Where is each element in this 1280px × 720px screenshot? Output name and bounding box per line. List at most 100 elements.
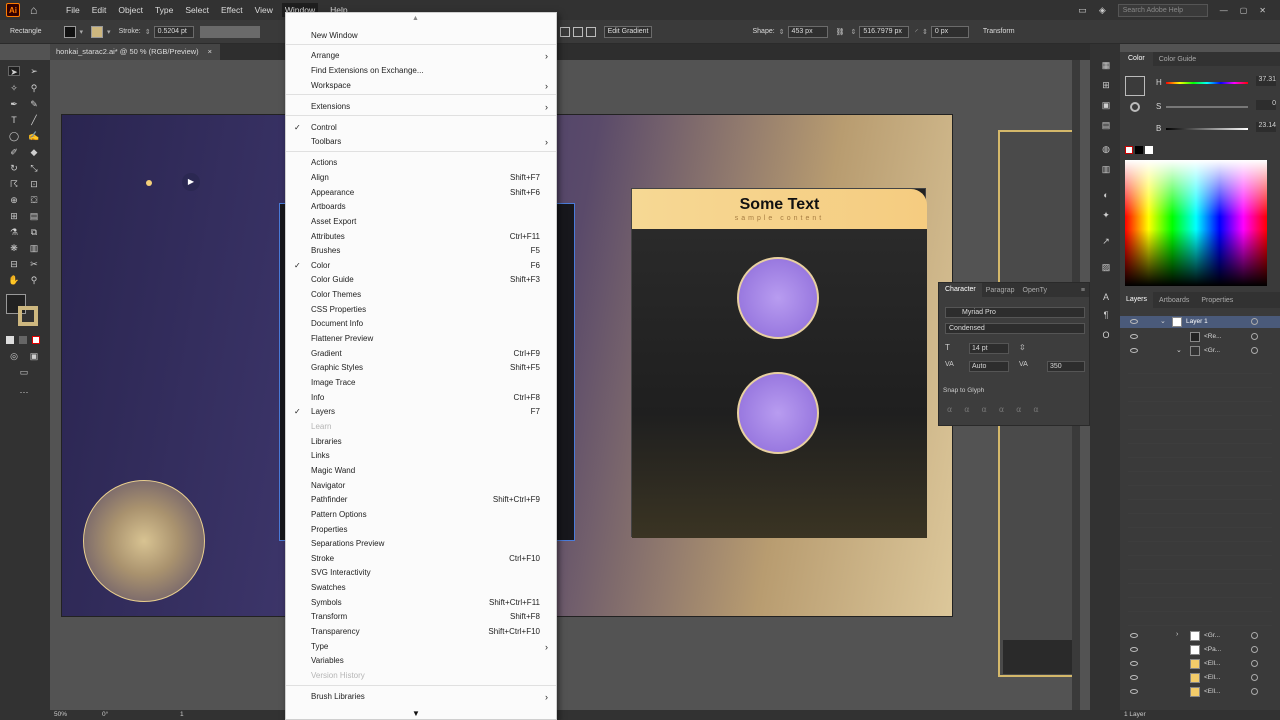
layer-row[interactable]: <Ell...: [1120, 658, 1280, 670]
artboard-number[interactable]: 1: [180, 711, 184, 718]
none-mode-icon[interactable]: [32, 336, 40, 344]
rotation-value[interactable]: 0°: [102, 711, 108, 718]
menu-item-toolbars[interactable]: Toolbars ›: [286, 135, 556, 149]
play-icon[interactable]: ▶: [182, 173, 200, 191]
stepper-icon[interactable]: ⇕: [779, 28, 785, 36]
menu-item-color-themes[interactable]: Color Themes: [286, 288, 556, 302]
rotate-icon[interactable]: ↻: [8, 163, 20, 173]
stroke-color-preview[interactable]: [1130, 102, 1140, 112]
paragraph-icon[interactable]: ¶: [1100, 310, 1112, 320]
color-icon[interactable]: ◍: [1100, 144, 1112, 154]
eye-icon[interactable]: [1130, 675, 1138, 680]
color-spectrum[interactable]: [1125, 160, 1267, 286]
direct-selection-icon[interactable]: ➢: [28, 66, 40, 76]
magic-wand-icon[interactable]: ✧: [8, 83, 20, 93]
eye-icon[interactable]: [1130, 661, 1138, 666]
menu-file[interactable]: File: [66, 5, 80, 15]
align-icon[interactable]: ▤: [1100, 120, 1112, 130]
live-paint-icon[interactable]: ⛋: [28, 195, 40, 205]
swatches-icon[interactable]: ◐: [1100, 190, 1112, 200]
edit-gradient-button[interactable]: Edit Gradient: [603, 25, 653, 38]
target-icon[interactable]: [1251, 646, 1258, 653]
fill-swatch[interactable]: [63, 25, 76, 38]
layer-name[interactable]: <Ell...: [1204, 674, 1220, 681]
stepper-icon[interactable]: ⇕: [850, 28, 856, 36]
chevron-down-icon[interactable]: ⌄: [1176, 346, 1182, 354]
blend-icon[interactable]: ⧉: [28, 227, 40, 237]
layer-name[interactable]: <Gr...: [1204, 632, 1220, 639]
eye-icon[interactable]: [1130, 319, 1138, 324]
scroll-up-icon[interactable]: ▲: [412, 15, 419, 22]
menu-select[interactable]: Select: [185, 5, 209, 15]
menu-item-links[interactable]: Links: [286, 449, 556, 463]
eye-icon[interactable]: [1130, 633, 1138, 638]
eye-icon[interactable]: [1130, 334, 1138, 339]
panel-menu-icon[interactable]: ≡: [1081, 287, 1089, 294]
snap-options-icons[interactable]: ⍺⍺⍺⍺⍺⍺: [947, 405, 1051, 414]
menu-item-layers[interactable]: ✓ Layers F7: [286, 405, 556, 419]
arrange-icon[interactable]: ▭: [1078, 5, 1087, 16]
layer-row[interactable]: ⌄ <Gr...: [1120, 345, 1280, 357]
s-slider[interactable]: [1166, 106, 1248, 108]
menu-item-transparency[interactable]: Transparency Shift+Ctrl+F10: [286, 625, 556, 639]
mesh-icon[interactable]: ⊞: [8, 211, 20, 221]
menu-item-type[interactable]: Type ›: [286, 640, 556, 654]
gradient-tool-icon[interactable]: ▤: [28, 211, 40, 221]
zoom-tool-icon[interactable]: ⚲: [28, 275, 40, 285]
layer-row[interactable]: <Re...: [1120, 331, 1280, 343]
menu-edit[interactable]: Edit: [92, 5, 107, 15]
font-style-select[interactable]: Condensed: [945, 323, 1085, 334]
font-size-input[interactable]: 14 pt: [969, 343, 1009, 354]
black-color-icon[interactable]: [1135, 146, 1143, 154]
scale-icon[interactable]: ⤡: [28, 163, 40, 173]
layer-row[interactable]: <Ell...: [1120, 672, 1280, 684]
ellipse-tool-icon[interactable]: ◯: [8, 131, 20, 141]
chevron-right-icon[interactable]: ›: [1176, 631, 1178, 638]
menu-item-graphic-styles[interactable]: Graphic Styles Shift+F5: [286, 361, 556, 375]
menu-item-pathfinder[interactable]: Pathfinder Shift+Ctrl+F9: [286, 493, 556, 507]
gradient-radial-icon[interactable]: [572, 26, 583, 37]
more-tools-icon[interactable]: ⋯: [18, 387, 30, 397]
layer-name[interactable]: <Pa...: [1204, 646, 1221, 653]
menu-effect[interactable]: Effect: [221, 5, 243, 15]
menu-item-variables[interactable]: Variables: [286, 654, 556, 668]
graph-tool-icon[interactable]: ▥: [28, 243, 40, 253]
gradient-mode-icon[interactable]: [19, 336, 27, 344]
pen-tool-icon[interactable]: ✒: [8, 99, 20, 109]
menu-item-extensions[interactable]: Extensions ›: [286, 100, 556, 114]
layer-name[interactable]: <Gr...: [1204, 347, 1220, 354]
b-slider[interactable]: [1166, 128, 1248, 130]
menu-item-gradient[interactable]: Gradient Ctrl+F9: [286, 347, 556, 361]
menu-object[interactable]: Object: [118, 5, 143, 15]
variable-width-field[interactable]: [199, 25, 260, 38]
tab-color[interactable]: Color: [1120, 52, 1153, 66]
none-color-icon[interactable]: [1125, 146, 1133, 154]
shape-builder-icon[interactable]: ⊕: [8, 195, 20, 205]
menu-item-stroke[interactable]: Stroke Ctrl+F10: [286, 552, 556, 566]
opentype-icon[interactable]: O: [1100, 330, 1112, 340]
white-color-icon[interactable]: [1145, 146, 1153, 154]
layer-row[interactable]: › <Gr...: [1120, 630, 1280, 642]
tab-properties[interactable]: Properties: [1195, 297, 1239, 304]
layer-row[interactable]: <Pa...: [1120, 644, 1280, 656]
menu-item-flattener-preview[interactable]: Flattener Preview: [286, 332, 556, 346]
height-input[interactable]: 516.7979 px: [859, 25, 910, 38]
tab-character[interactable]: Character: [939, 283, 982, 297]
menu-item-separations-preview[interactable]: Separations Preview: [286, 537, 556, 551]
glow-circle[interactable]: [83, 480, 205, 602]
type-tool-icon[interactable]: T: [8, 115, 20, 125]
export-icon[interactable]: ▣: [1100, 100, 1112, 110]
document-tab[interactable]: honkai_starac2.ai* @ 50 % (RGB/Preview) …: [50, 44, 220, 60]
shaper-icon[interactable]: ✐: [8, 147, 20, 157]
menu-item-new-window[interactable]: New Window: [286, 29, 556, 43]
color-mode-icon[interactable]: [6, 336, 14, 344]
menu-item-magic-wand[interactable]: Magic Wand: [286, 464, 556, 478]
menu-item-symbols[interactable]: Symbols Shift+Ctrl+F11: [286, 596, 556, 610]
stroke-weight-input[interactable]: 0.5204 pt: [153, 25, 194, 38]
eyedropper-icon[interactable]: ⚗: [8, 227, 20, 237]
gradient-freeform-icon[interactable]: [585, 26, 596, 37]
properties-icon[interactable]: ▦: [1100, 60, 1112, 70]
menu-item-actions[interactable]: Actions: [286, 156, 556, 170]
share-icon[interactable]: ◈: [1099, 5, 1106, 16]
guide-icon[interactable]: ▥: [1100, 164, 1112, 174]
